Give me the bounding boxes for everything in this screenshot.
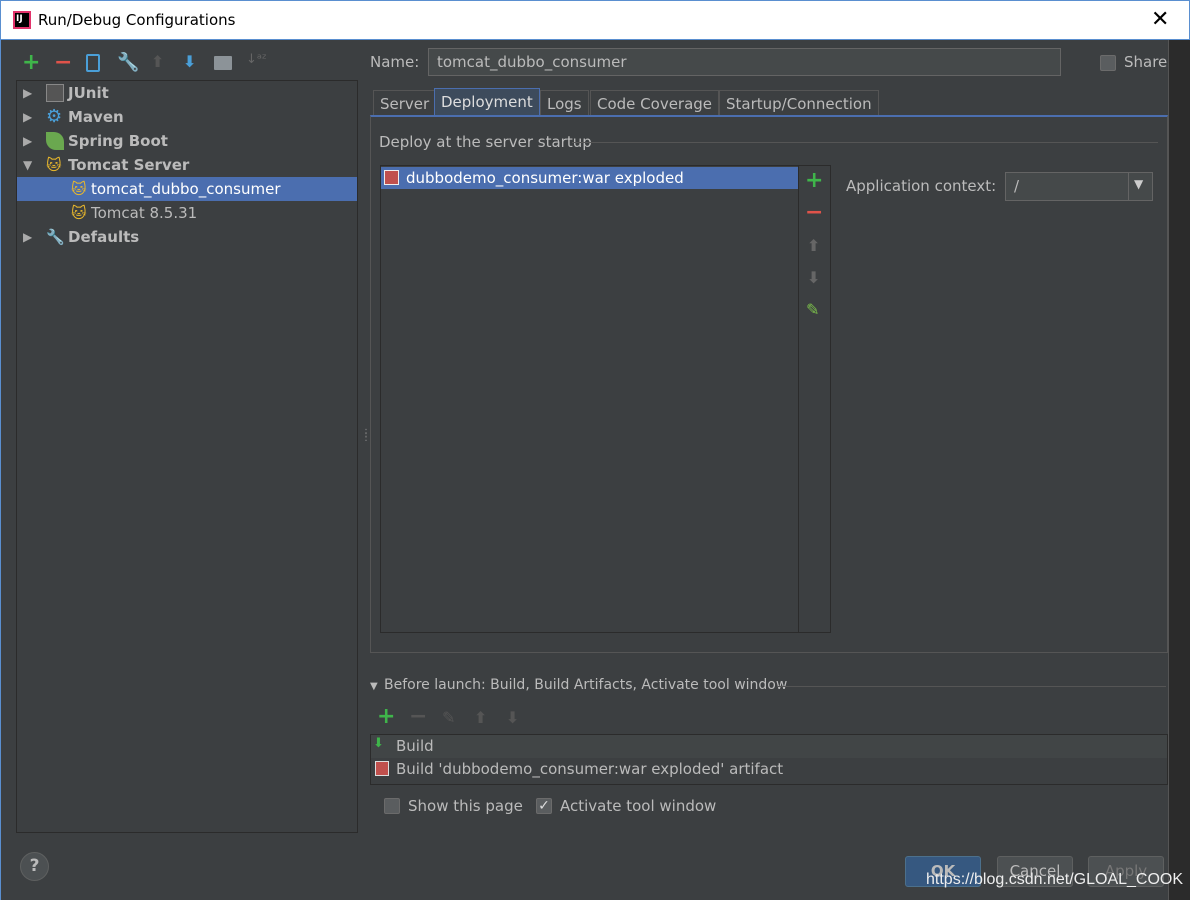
move-up-icon[interactable]: ⬆ <box>474 708 487 727</box>
intellij-logo-icon: IJ <box>13 11 31 29</box>
add-task-icon[interactable]: + <box>377 704 395 729</box>
task-item-build-artifact[interactable]: Build 'dubbodemo_consumer:war exploded' … <box>371 758 1167 781</box>
share-checkbox[interactable] <box>1100 55 1116 71</box>
add-icon[interactable]: + <box>22 50 40 75</box>
expand-arrow-icon[interactable]: ▶ <box>23 129 32 153</box>
deployment-item[interactable]: dubbodemo_consumer:war exploded <box>381 167 798 189</box>
artifact-icon <box>384 170 399 185</box>
spring-boot-icon <box>46 132 64 150</box>
tree-node-defaults[interactable]: ▶ 🔧 Defaults <box>17 225 357 249</box>
app-context-label: Application context: <box>846 177 997 195</box>
maven-icon: ⚙ <box>46 106 63 127</box>
remove-deployment-icon[interactable]: − <box>805 200 823 225</box>
move-down-icon[interactable]: ⬇ <box>183 52 196 71</box>
expand-arrow-icon[interactable]: ▶ <box>23 81 32 105</box>
activate-tool-checkbox[interactable]: ✓ <box>536 798 552 814</box>
tomcat-icon: 🐱 <box>46 156 62 174</box>
background-window <box>1168 40 1190 900</box>
name-input[interactable] <box>428 48 1061 76</box>
move-down-icon[interactable]: ⬇ <box>506 708 519 727</box>
deploy-section-title: Deploy at the server startup <box>379 133 592 151</box>
move-up-icon[interactable]: ⬆ <box>151 52 164 71</box>
before-launch-list[interactable]: ⬇ Build Build 'dubbodemo_consumer:war ex… <box>370 734 1168 785</box>
configuration-tree[interactable]: ▶ JUnit ▶ ⚙ Maven ▶ Spring Boot ▼ 🐱 Tomcat Ser… <box>16 80 358 833</box>
move-up-icon[interactable]: ⬆ <box>807 236 820 255</box>
task-item-build[interactable]: ⬇ Build <box>371 735 1167 758</box>
move-down-icon[interactable]: ⬇ <box>807 268 820 287</box>
divider <box>798 166 799 632</box>
show-page-label: Show this page <box>408 797 523 815</box>
tree-node-tomcat-server[interactable]: ▼ 🐱 Tomcat Server <box>17 153 357 177</box>
divider <box>1128 173 1129 200</box>
tab-startup-connection[interactable]: Startup/Connection <box>719 90 879 116</box>
close-button[interactable]: ✕ <box>1151 7 1169 32</box>
add-deployment-icon[interactable]: + <box>805 168 823 193</box>
deployment-list[interactable]: dubbodemo_consumer:war exploded <box>380 165 831 633</box>
app-context-combo[interactable]: / ▼ <box>1005 172 1153 201</box>
tree-node-spring-boot[interactable]: ▶ Spring Boot <box>17 129 357 153</box>
tab-deployment[interactable]: Deployment <box>434 88 540 116</box>
collapse-arrow-icon[interactable]: ▼ <box>370 681 378 692</box>
activate-tool-label: Activate tool window <box>560 797 717 815</box>
remove-task-icon[interactable]: − <box>409 704 427 729</box>
sort-icon[interactable]: ↓ᵃᶻ <box>246 52 267 67</box>
remove-icon[interactable]: − <box>54 50 72 75</box>
window-title: Run/Debug Configurations <box>38 11 236 29</box>
before-launch-title[interactable]: Before launch: Build, Build Artifacts, A… <box>384 677 787 693</box>
edit-defaults-icon[interactable]: 🔧 <box>117 52 139 73</box>
chevron-down-icon[interactable]: ▼ <box>1134 177 1143 191</box>
show-page-checkbox[interactable] <box>384 798 400 814</box>
tab-logs[interactable]: Logs <box>540 90 589 116</box>
edit-icon[interactable]: ✎ <box>806 300 819 319</box>
wrench-icon: 🔧 <box>46 228 65 246</box>
edit-task-icon[interactable]: ✎ <box>442 708 455 727</box>
expand-arrow-icon[interactable]: ▶ <box>23 105 32 129</box>
tab-code-coverage[interactable]: Code Coverage <box>590 90 720 116</box>
junit-icon <box>46 84 64 102</box>
tab-server[interactable]: Server <box>373 90 437 116</box>
build-icon: ⬇ <box>373 736 384 751</box>
tree-node-maven[interactable]: ▶ ⚙ Maven <box>17 105 357 129</box>
copy-icon[interactable] <box>86 54 100 72</box>
name-label: Name: <box>370 53 420 71</box>
title-bar: IJ Run/Debug Configurations ✕ <box>0 0 1190 40</box>
tree-node-junit[interactable]: ▶ JUnit <box>17 81 357 105</box>
folder-icon[interactable] <box>214 56 232 70</box>
tree-node-tomcat-dubbo-consumer[interactable]: 🐱 tomcat_dubbo_consumer <box>17 177 357 201</box>
help-button[interactable]: ? <box>20 852 49 881</box>
collapse-arrow-icon[interactable]: ▼ <box>23 153 32 177</box>
divider <box>572 142 1158 143</box>
watermark: https://blog.csdn.net/GLOAL_COOK <box>926 871 1184 888</box>
artifact-icon <box>375 761 389 776</box>
divider <box>778 686 1166 687</box>
tomcat-icon: 🐱 <box>71 204 87 222</box>
expand-arrow-icon[interactable]: ▶ <box>23 225 32 249</box>
tomcat-icon: 🐱 <box>71 180 87 198</box>
tree-node-tomcat-8531[interactable]: 🐱 Tomcat 8.5.31 <box>17 201 357 225</box>
share-label: Share <box>1124 53 1168 71</box>
